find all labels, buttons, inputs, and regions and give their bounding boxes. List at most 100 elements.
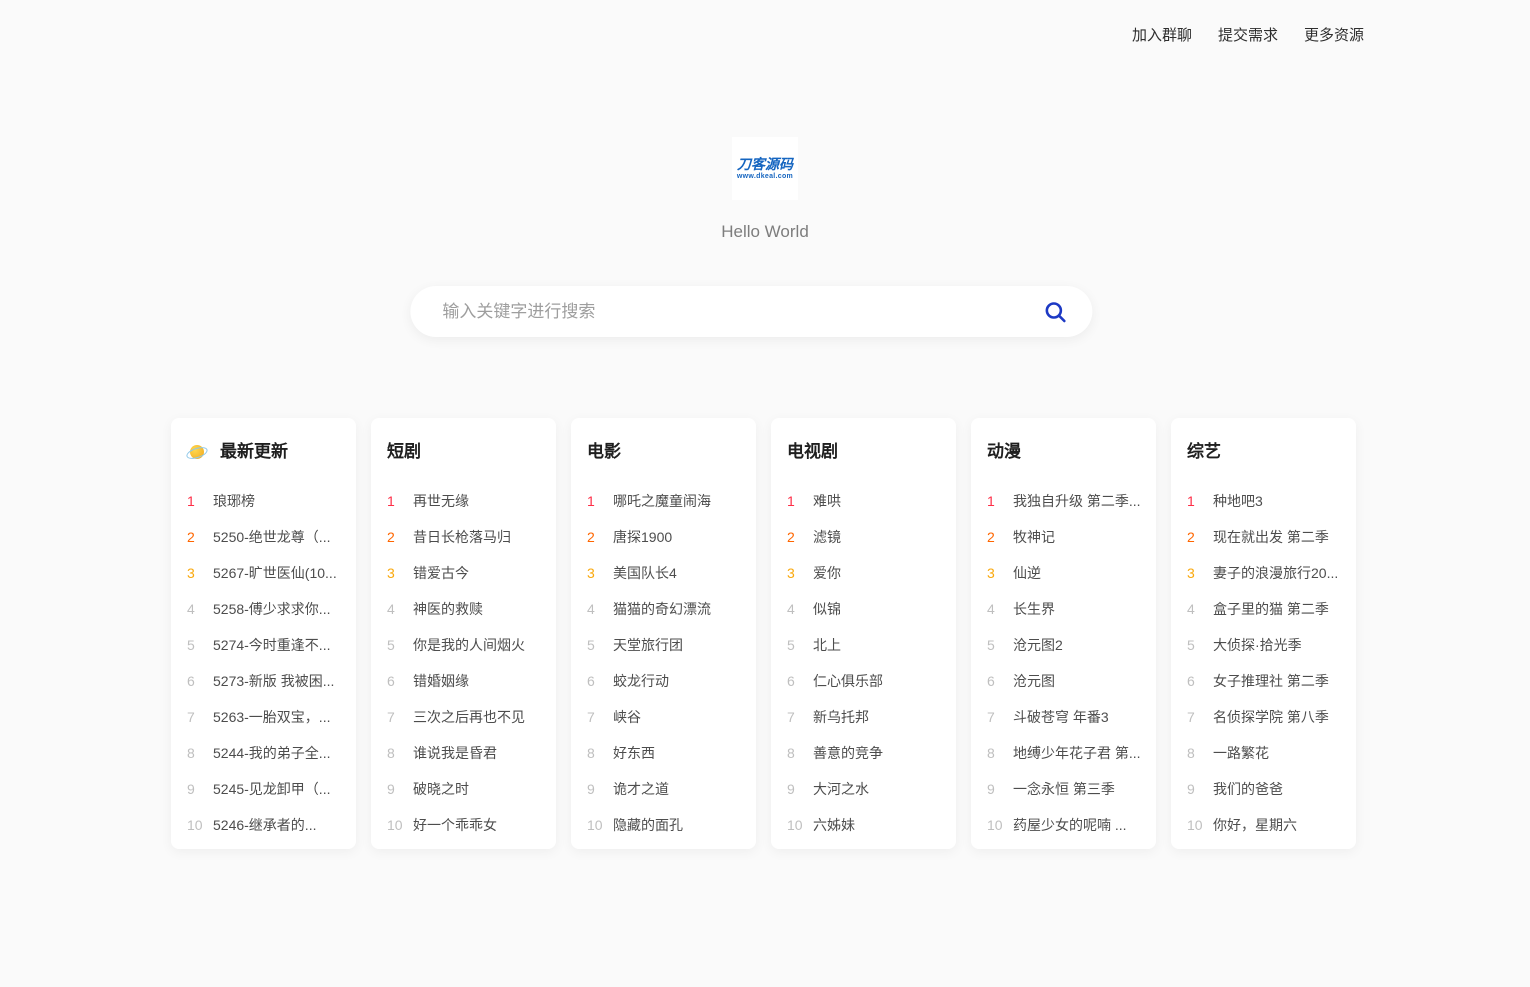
rank-title: 5244-我的弟子全... <box>213 745 331 761</box>
rank-number: 8 <box>787 745 795 761</box>
rank-item[interactable]: 6 蛟龙行动 <box>587 663 744 699</box>
rank-item[interactable]: 1 难哄 <box>787 483 944 519</box>
rank-item[interactable]: 10 六姊妹 <box>787 807 944 843</box>
rank-item[interactable]: 7 斗破苍穹 年番3 <box>987 699 1144 735</box>
rank-item[interactable]: 6 女子推理社 第二季 <box>1187 663 1344 699</box>
rank-title: 神医的救赎 <box>413 601 483 617</box>
rank-number: 7 <box>187 709 195 725</box>
rank-item[interactable]: 5 天堂旅行团 <box>587 627 744 663</box>
rank-item[interactable]: 7 三次之后再也不见 <box>387 699 544 735</box>
rank-item[interactable]: 8 好东西 <box>587 735 744 771</box>
rank-item[interactable]: 4 猫猫的奇幻漂流 <box>587 591 744 627</box>
rank-item[interactable]: 4 似锦 <box>787 591 944 627</box>
rank-item[interactable]: 10 5246-继承者的... <box>187 807 344 843</box>
rank-title: 牧神记 <box>1013 529 1055 545</box>
rank-item[interactable]: 1 琅琊榜 <box>187 483 344 519</box>
rank-item[interactable]: 1 我独自升级 第二季... <box>987 483 1144 519</box>
logo-url-text: www.dkeal.com <box>736 172 794 180</box>
rank-item[interactable]: 10 药屋少女的呢喃 ... <box>987 807 1144 843</box>
rank-number: 8 <box>187 745 195 761</box>
rank-item[interactable]: 4 盒子里的猫 第二季 <box>1187 591 1344 627</box>
rank-item[interactable]: 10 你好，星期六 <box>1187 807 1344 843</box>
search-input[interactable] <box>440 300 1043 323</box>
rank-number: 5 <box>787 637 795 653</box>
rank-title: 诡才之道 <box>613 781 669 797</box>
rank-item[interactable]: 3 仙逆 <box>987 555 1144 591</box>
rank-item[interactable]: 6 错婚姻缘 <box>387 663 544 699</box>
rank-item[interactable]: 6 沧元图 <box>987 663 1144 699</box>
rank-item[interactable]: 3 妻子的浪漫旅行20... <box>1187 555 1344 591</box>
rank-title: 昔日长枪落马归 <box>413 529 511 545</box>
rank-item[interactable]: 4 5258-傅少求求你... <box>187 591 344 627</box>
rank-number: 5 <box>987 637 995 653</box>
rank-item[interactable]: 7 5263-一胎双宝，... <box>187 699 344 735</box>
rank-item[interactable]: 3 美国队长4 <box>587 555 744 591</box>
rank-item[interactable]: 4 长生界 <box>987 591 1144 627</box>
rank-title: 北上 <box>813 637 841 653</box>
rank-item[interactable]: 5 大侦探·拾光季 <box>1187 627 1344 663</box>
rank-title: 再世无缘 <box>413 493 469 509</box>
rank-item[interactable]: 1 再世无缘 <box>387 483 544 519</box>
rank-number: 3 <box>587 565 595 581</box>
rank-item[interactable]: 6 仁心俱乐部 <box>787 663 944 699</box>
ranking-card: 最新更新 1 琅琊榜 2 5250-绝世龙尊（... 3 5267-旷世医仙(10... 4… <box>171 418 356 849</box>
rank-item[interactable]: 8 地缚少年花子君 第... <box>987 735 1144 771</box>
rank-item[interactable]: 2 5250-绝世龙尊（... <box>187 519 344 555</box>
rank-item[interactable]: 8 5244-我的弟子全... <box>187 735 344 771</box>
rank-title: 5245-见龙卸甲（... <box>213 781 331 797</box>
rank-title: 错婚姻缘 <box>413 673 469 689</box>
rank-title: 5273-新版 我被困... <box>213 673 335 689</box>
rank-item[interactable]: 6 5273-新版 我被困... <box>187 663 344 699</box>
rank-item[interactable]: 2 牧神记 <box>987 519 1144 555</box>
rank-item[interactable]: 9 大河之水 <box>787 771 944 807</box>
ranking-cards: 最新更新 1 琅琊榜 2 5250-绝世龙尊（... 3 5267-旷世医仙(10... 4… <box>171 418 1356 849</box>
rank-number: 7 <box>987 709 995 725</box>
rank-item[interactable]: 3 错爱古今 <box>387 555 544 591</box>
rank-number: 6 <box>787 673 795 689</box>
rank-title: 5250-绝世龙尊（... <box>213 529 331 545</box>
rank-item[interactable]: 7 新乌托邦 <box>787 699 944 735</box>
rank-item[interactable]: 2 滤镜 <box>787 519 944 555</box>
rank-title: 唐探1900 <box>613 529 673 545</box>
rank-item[interactable]: 1 哪吒之魔童闹海 <box>587 483 744 519</box>
nav-item-submit-request[interactable]: 提交需求 <box>1218 24 1278 45</box>
search-button[interactable] <box>1042 299 1068 325</box>
rank-item[interactable]: 2 昔日长枪落马归 <box>387 519 544 555</box>
rank-title: 善意的竞争 <box>813 745 883 761</box>
rank-item[interactable]: 10 好一个乖乖女 <box>387 807 544 843</box>
rank-item[interactable]: 8 一路繁花 <box>1187 735 1344 771</box>
rank-item[interactable]: 2 现在就出发 第二季 <box>1187 519 1344 555</box>
rank-title: 爱你 <box>813 565 841 581</box>
rank-item[interactable]: 5 你是我的人间烟火 <box>387 627 544 663</box>
site-logo[interactable]: 刀客源码 www.dkeal.com <box>732 137 798 200</box>
rank-item[interactable]: 9 一念永恒 第三季 <box>987 771 1144 807</box>
rank-number: 3 <box>987 565 995 581</box>
rank-item[interactable]: 9 我们的爸爸 <box>1187 771 1344 807</box>
ranking-card: 电影 1 哪吒之魔童闹海 2 唐探1900 3 美国队长4 4 猫猫的奇幻漂流 5 天堂旅行团 6 蛟… <box>571 418 756 849</box>
rank-item[interactable]: 9 破晓之时 <box>387 771 544 807</box>
nav-item-more-resources[interactable]: 更多资源 <box>1304 24 1364 45</box>
planet-icon <box>187 443 207 461</box>
rank-item[interactable]: 2 唐探1900 <box>587 519 744 555</box>
rank-number: 2 <box>587 529 595 545</box>
rank-item[interactable]: 3 爱你 <box>787 555 944 591</box>
rank-item[interactable]: 5 沧元图2 <box>987 627 1144 663</box>
rank-number: 8 <box>387 745 395 761</box>
rank-item[interactable]: 8 善意的竞争 <box>787 735 944 771</box>
rank-item[interactable]: 7 峡谷 <box>587 699 744 735</box>
rank-title: 新乌托邦 <box>813 709 869 725</box>
rank-item[interactable]: 9 5245-见龙卸甲（... <box>187 771 344 807</box>
rank-item[interactable]: 4 神医的救赎 <box>387 591 544 627</box>
nav-item-join-group[interactable]: 加入群聊 <box>1132 24 1192 45</box>
ranking-card: 动漫 1 我独自升级 第二季... 2 牧神记 3 仙逆 4 长生界 5 沧元图2 6 沧元图 7 斗破苍… <box>971 418 1156 849</box>
rank-item[interactable]: 9 诡才之道 <box>587 771 744 807</box>
rank-item[interactable]: 5 北上 <box>787 627 944 663</box>
rank-item[interactable]: 1 种地吧3 <box>1187 483 1344 519</box>
rank-item[interactable]: 5 5274-今时重逢不... <box>187 627 344 663</box>
rank-item[interactable]: 8 谁说我是昏君 <box>387 735 544 771</box>
rank-number: 6 <box>987 673 995 689</box>
rank-item[interactable]: 3 5267-旷世医仙(10... <box>187 555 344 591</box>
rank-number: 4 <box>1187 601 1195 617</box>
rank-item[interactable]: 10 隐藏的面孔 <box>587 807 744 843</box>
rank-item[interactable]: 7 名侦探学院 第八季 <box>1187 699 1344 735</box>
